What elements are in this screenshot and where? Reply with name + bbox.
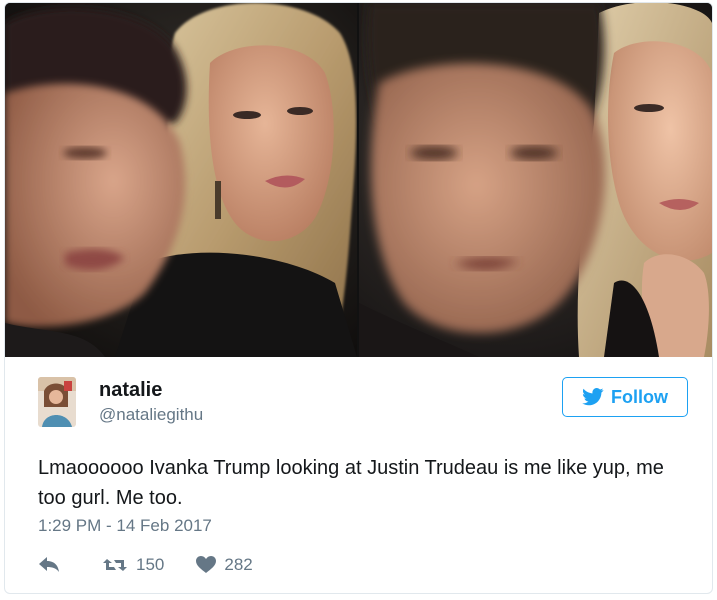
follow-button[interactable]: Follow (562, 377, 688, 417)
like-button[interactable]: 282 (188, 555, 253, 575)
avatar[interactable] (38, 377, 76, 427)
reply-arrow-icon (38, 556, 60, 574)
like-count: 282 (224, 555, 253, 574)
reply-button[interactable] (38, 556, 60, 574)
photo-right-image (359, 3, 712, 357)
heart-icon (196, 556, 217, 574)
tweet-text: Lmaoooooo Ivanka Trump looking at Justin… (38, 457, 664, 509)
retweet-button[interactable]: 150 (94, 555, 164, 575)
photo-left[interactable] (5, 3, 357, 357)
user-handle[interactable]: @nataliegithu (99, 405, 203, 425)
photo-right[interactable] (359, 3, 712, 357)
retweet-count: 150 (136, 555, 165, 574)
timestamp[interactable]: 1:29 PM - 14 Feb 2017 (38, 516, 212, 536)
tweet-actions: 150 282 (38, 551, 253, 579)
display-name[interactable]: natalie (99, 379, 162, 402)
tweet-card: natalie @nataliegithu Follow Lmaoooooo I… (4, 2, 713, 594)
follow-label: Follow (611, 386, 668, 407)
photo-left-image (5, 3, 357, 357)
twitter-bird-icon (582, 388, 604, 406)
tweet-media[interactable] (5, 3, 712, 357)
retweet-icon (102, 556, 128, 574)
